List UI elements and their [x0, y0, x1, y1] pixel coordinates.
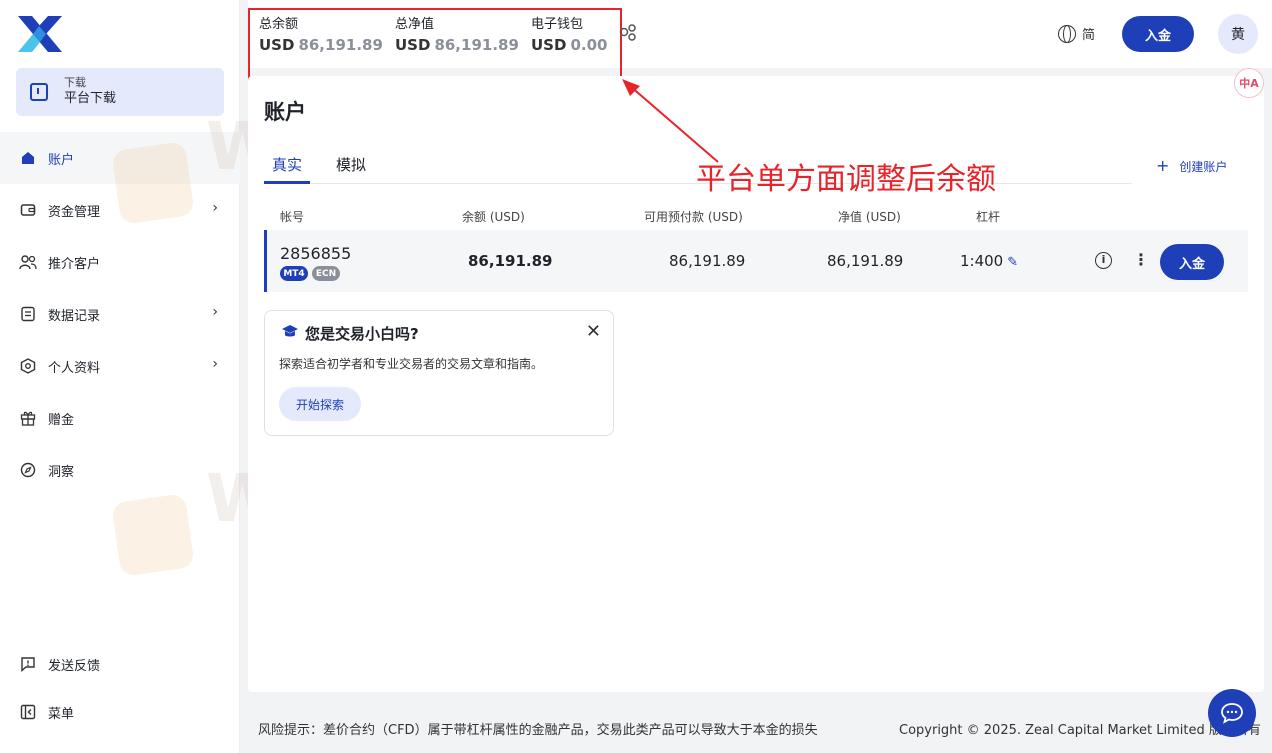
- total-balance: 总余额 USD 86,191.89: [259, 16, 383, 56]
- profile-hexagon-icon: [18, 356, 38, 376]
- table-row[interactable]: 2856855 MT4 ECN 86,191.89 86,191.89 86,1…: [264, 230, 1248, 292]
- home-icon: [18, 148, 38, 168]
- sidebar-item-profile[interactable]: 个人资料 ›: [0, 340, 240, 392]
- start-explore-button[interactable]: 开始探索: [279, 387, 361, 421]
- total-equity: 总净值 USD 86,191.89: [395, 16, 519, 56]
- tab-demo[interactable]: 模拟: [336, 154, 366, 184]
- sidebar-item-label: 洞察: [48, 464, 75, 480]
- sidebar-item-accounts[interactable]: 账户: [0, 132, 240, 184]
- currency-code: USD: [259, 36, 295, 54]
- equity-value: 86,191.89: [827, 252, 904, 270]
- balance-summary: 总余额 USD 86,191.89 总净值 USD 86,191.89 电子钱包 U…: [248, 8, 622, 80]
- info-icon[interactable]: i: [1095, 252, 1112, 269]
- platform-download-button[interactable]: 下载 平台下载: [16, 68, 224, 116]
- account-number: 2856855: [280, 244, 352, 263]
- close-icon[interactable]: ✕: [586, 321, 601, 342]
- column-header-account: 帐号: [280, 210, 305, 224]
- total-equity-label: 总净值: [395, 17, 435, 32]
- column-header-balance: 余额 (USD): [462, 210, 525, 224]
- chevron-right-icon: ›: [212, 356, 218, 372]
- sidebar-item-feedback[interactable]: 发送反馈: [0, 640, 240, 688]
- download-icon: [30, 83, 48, 101]
- balance-value: 86,191.89: [468, 252, 553, 270]
- compass-icon: [18, 460, 38, 480]
- language-label: 简: [1082, 28, 1096, 43]
- row-deposit-button[interactable]: 入金: [1160, 244, 1224, 280]
- graduation-cap-icon: [281, 324, 299, 344]
- total-equity-value: 86,191.89: [434, 36, 519, 54]
- sidebar-item-funds[interactable]: 资金管理 ›: [0, 184, 240, 236]
- link-icon[interactable]: [618, 22, 638, 47]
- accounts-panel: 账户 真实 模拟 + 创建账户 平台单方面调整后余额 帐号 余额 (USD) 可用…: [248, 76, 1264, 692]
- sidebar-item-label: 数据记录: [48, 308, 101, 324]
- plus-icon: +: [1156, 156, 1170, 175]
- sidebar-nav: 账户 资金管理 › 推介客户 数据记录 › 个人资料 › 赠金 洞察: [0, 132, 240, 496]
- currency-code: USD: [531, 36, 567, 54]
- globe-icon: [1058, 24, 1076, 43]
- sidebar-bottom-nav: 发送反馈 菜单: [0, 640, 240, 736]
- avatar[interactable]: 黄: [1218, 14, 1258, 54]
- feedback-icon: [18, 654, 38, 674]
- platform-badge: MT4: [280, 266, 308, 281]
- promo-description: 探索适合初学者和专业交易者的交易文章和指南。: [279, 357, 544, 371]
- annotation-text: 平台单方面调整后余额: [696, 162, 996, 197]
- promo-title: 您是交易小白吗?: [305, 325, 419, 343]
- chat-bubble-icon: [1221, 703, 1243, 724]
- free-margin-value: 86,191.89: [669, 252, 746, 270]
- language-switcher[interactable]: 简: [1058, 24, 1095, 43]
- annotation-arrow: [622, 79, 719, 163]
- total-balance-value: 86,191.89: [298, 36, 383, 54]
- more-vertical-icon[interactable]: ⋮: [1133, 250, 1149, 269]
- sidebar-item-menu[interactable]: 菜单: [0, 688, 240, 736]
- sidebar: 下载 平台下载 账户 资金管理 › 推介客户 数据记录 › 个人资料 › 赠金 …: [0, 0, 240, 753]
- sidebar-item-label: 发送反馈: [48, 658, 101, 674]
- create-account-label: 创建账户: [1179, 160, 1228, 174]
- column-header-free-margin: 可用预付款 (USD): [644, 210, 743, 224]
- users-icon: [18, 252, 38, 272]
- sidebar-item-label: 个人资料: [48, 360, 101, 376]
- chevron-right-icon: ›: [212, 200, 218, 216]
- chevron-right-icon: ›: [212, 304, 218, 320]
- total-balance-label: 总余额: [259, 17, 299, 32]
- column-header-leverage: 杠杆: [976, 210, 1001, 224]
- tab-live[interactable]: 真实: [264, 154, 311, 184]
- account-type-badge: ECN: [312, 266, 340, 281]
- leverage-value: 1:400: [960, 252, 1004, 270]
- edit-pencil-icon[interactable]: ✎: [1007, 255, 1018, 270]
- sidebar-item-label: 推介客户: [48, 256, 101, 272]
- top-bar: 总余额 USD 86,191.89 总净值 USD 86,191.89 电子钱包 U…: [248, 0, 1272, 80]
- sidebar-item-records[interactable]: 数据记录 ›: [0, 288, 240, 340]
- create-account-button[interactable]: + 创建账户: [1156, 156, 1227, 175]
- deposit-button[interactable]: 入金: [1122, 16, 1194, 52]
- e-wallet: 电子钱包 USD 0.00: [531, 16, 607, 56]
- document-icon: [18, 304, 38, 324]
- wallet-icon: [18, 200, 38, 220]
- translate-icon[interactable]: 中A: [1234, 68, 1264, 98]
- sidebar-item-bonus[interactable]: 赠金: [0, 392, 240, 444]
- brand-logo[interactable]: [16, 14, 64, 54]
- sidebar-item-referrals[interactable]: 推介客户: [0, 236, 240, 288]
- gift-icon: [18, 408, 38, 428]
- beginner-promo-card: 您是交易小白吗? ✕ 探索适合初学者和专业交易者的交易文章和指南。 开始探索: [264, 310, 614, 436]
- download-label: 平台下载: [64, 91, 117, 106]
- download-caption: 下载: [64, 76, 86, 89]
- sidebar-item-label: 账户: [48, 152, 75, 168]
- chat-support-button[interactable]: [1208, 689, 1256, 737]
- currency-code: USD: [395, 36, 431, 54]
- sidebar-item-label: 赠金: [48, 412, 75, 428]
- risk-warning: 风险提示：差价合约（CFD）属于带杠杆属性的金融产品，交易此类产品可以导致大于本…: [258, 723, 818, 738]
- copyright: Copyright © 2025. Zeal Capital Market Li…: [899, 723, 1261, 738]
- page-title: 账户: [264, 100, 306, 124]
- sidebar-item-label: 菜单: [48, 706, 75, 722]
- sidebar-item-insights[interactable]: 洞察: [0, 444, 240, 496]
- e-wallet-label: 电子钱包: [531, 17, 584, 32]
- menu-collapse-icon: [18, 702, 38, 722]
- e-wallet-value: 0.00: [570, 36, 608, 54]
- sidebar-item-label: 资金管理: [48, 204, 101, 220]
- column-header-equity: 净值 (USD): [838, 210, 901, 224]
